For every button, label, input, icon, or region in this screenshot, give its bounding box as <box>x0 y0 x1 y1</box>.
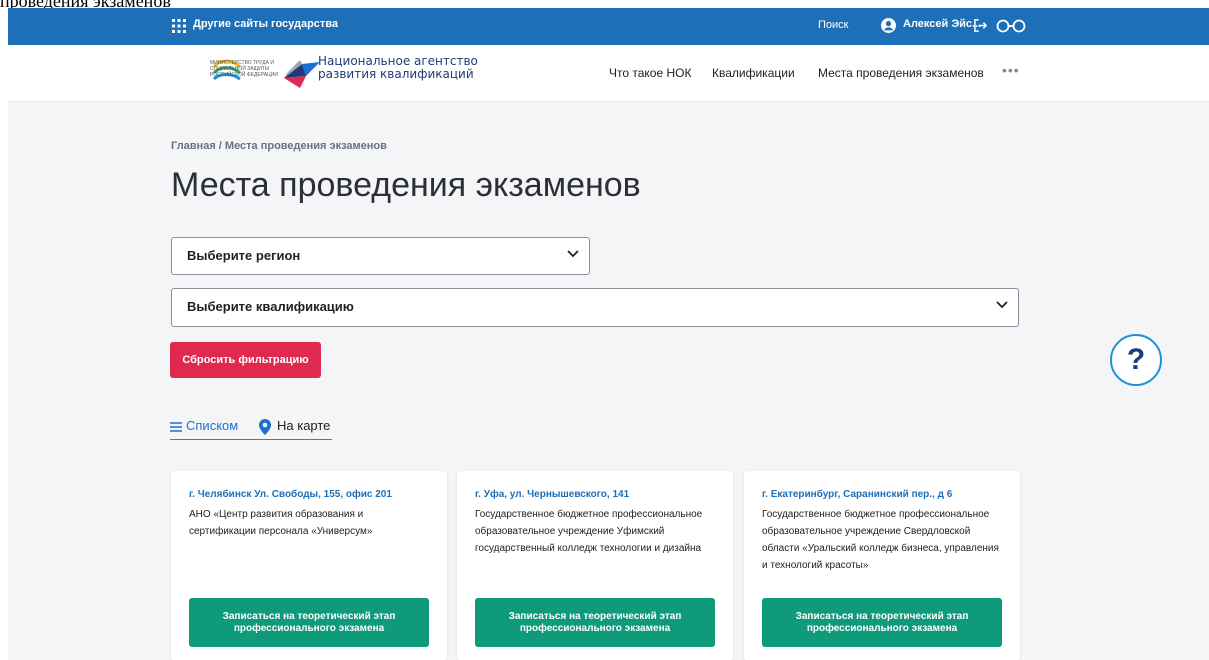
region-select-label: Выберите регион <box>187 248 301 263</box>
view-map-tab[interactable]: На карте <box>258 418 330 435</box>
user-name[interactable]: Алексей Эйс... <box>903 18 981 30</box>
other-sites-link[interactable]: Другие сайты государства <box>193 18 338 30</box>
card-organization: АНО «Центр развития образования и сертиф… <box>189 509 373 537</box>
chevron-down-icon <box>567 250 579 258</box>
nav-qualifications[interactable]: Квалификации <box>712 66 795 80</box>
card-organization: Государственное бюджетное профессиональн… <box>475 509 703 554</box>
signup-exam-button[interactable]: Записаться на теоретический этап професс… <box>762 598 1002 647</box>
nav-more-button[interactable]: ••• <box>1002 62 1020 78</box>
site-header: Министерство труда и социальной защиты Р… <box>8 45 1209 102</box>
card-address[interactable]: г. Екатеринбург, Саранинский пер., д 6 <box>762 489 1012 500</box>
ministry-name: Министерство труда и социальной защиты Р… <box>210 60 278 78</box>
reset-filter-button[interactable]: Сбросить фильтрацию <box>170 342 321 378</box>
signup-exam-button[interactable]: Записаться на теоретический этап професс… <box>475 598 715 647</box>
exam-center-card: г. Уфа, ул. Чернышевского, 141 Государст… <box>457 471 733 660</box>
exam-center-card: г. Екатеринбург, Саранинский пер., д 6 Г… <box>744 471 1020 660</box>
help-button[interactable]: ? <box>1110 334 1162 386</box>
nark-logo-icon[interactable] <box>280 54 322 90</box>
accessibility-glasses-icon[interactable] <box>995 18 1029 34</box>
qualification-select-label: Выберите квалификацию <box>187 299 354 314</box>
view-list-tab[interactable]: Списком <box>170 418 238 433</box>
qualification-select[interactable]: Выберите квалификацию <box>171 288 1019 327</box>
card-address[interactable]: г. Уфа, ул. Чернышевского, 141 <box>475 489 725 500</box>
card-address[interactable]: г. Челябинск Ул. Свободы, 155, офис 201 <box>189 489 439 500</box>
logout-icon[interactable] <box>973 18 988 33</box>
breadcrumb[interactable]: Главная / Места проведения экзаменов <box>171 140 387 152</box>
list-menu-icon <box>170 421 182 432</box>
chevron-down-icon <box>996 301 1008 309</box>
card-organization: Государственное бюджетное профессиональн… <box>762 509 999 571</box>
view-map-label: На карте <box>277 418 331 433</box>
nav-exam-locations[interactable]: Места проведения экзаменов <box>818 66 984 80</box>
main-content: Главная / Места проведения экзаменов Мес… <box>8 102 1209 660</box>
gov-top-bar: Другие сайты государства Поиск Алексей Э… <box>8 8 1209 45</box>
user-icon[interactable] <box>881 18 896 33</box>
map-pin-icon <box>259 418 271 435</box>
region-select[interactable]: Выберите регион <box>171 237 590 275</box>
exam-center-card: г. Челябинск Ул. Свободы, 155, офис 201 … <box>171 471 447 660</box>
view-list-label: Списком <box>186 418 239 433</box>
signup-exam-button[interactable]: Записаться на теоретический этап професс… <box>189 598 429 647</box>
grid-menu-icon[interactable] <box>172 19 186 33</box>
nav-what-is-nok[interactable]: Что такое НОК <box>609 66 691 80</box>
page-title: Места проведения экзаменов <box>171 166 641 204</box>
search-link[interactable]: Поиск <box>818 19 848 31</box>
nark-name: Национальное агентство развития квалифик… <box>318 54 478 81</box>
view-switch-underline <box>170 439 332 440</box>
